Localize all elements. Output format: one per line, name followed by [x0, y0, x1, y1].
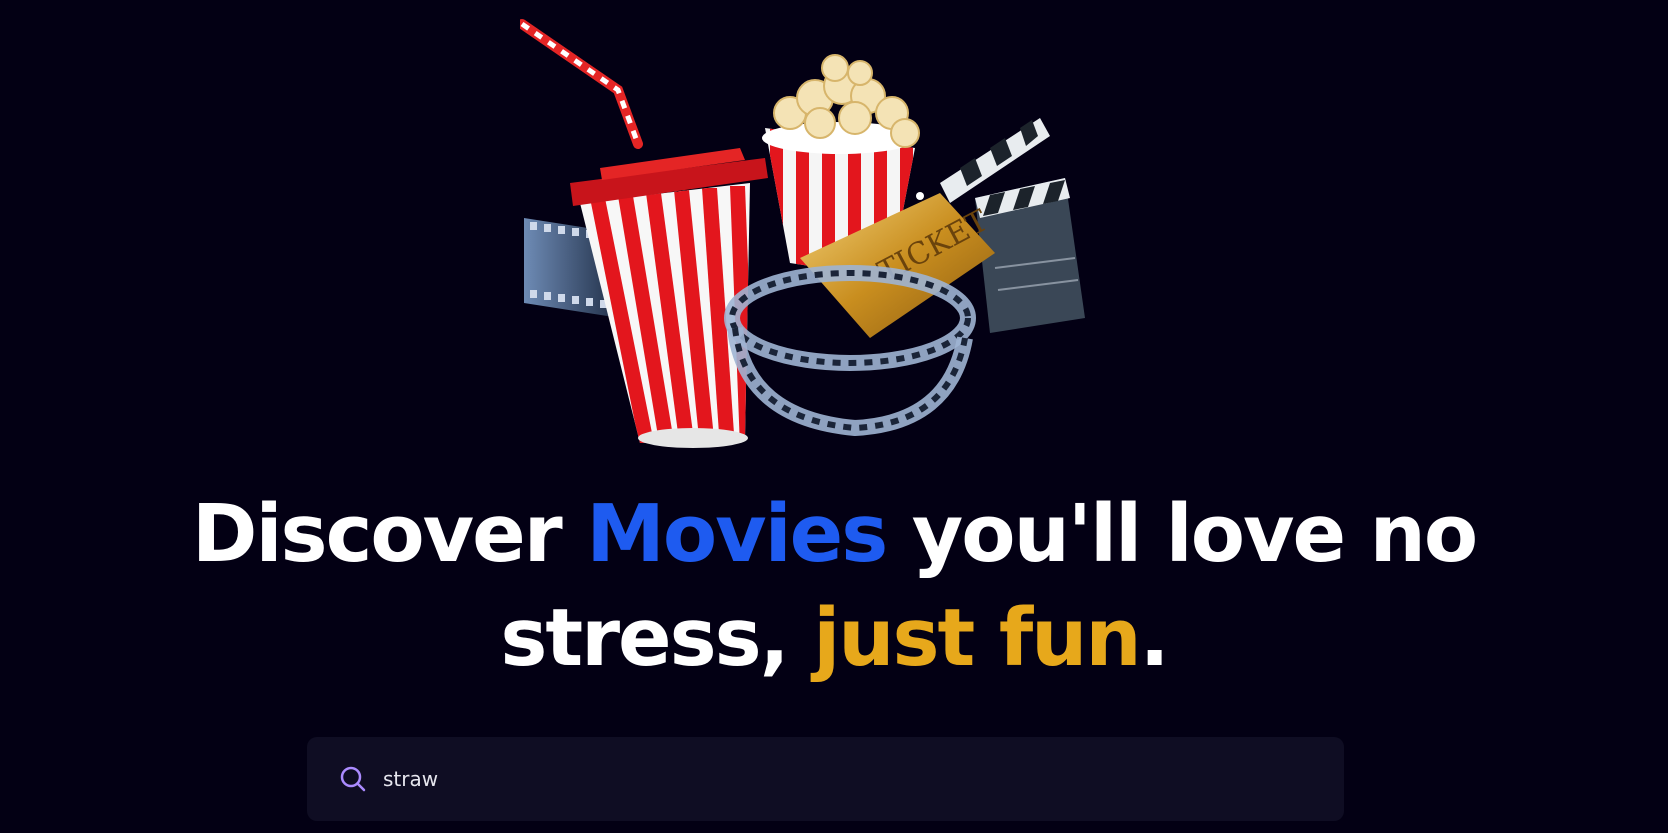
- headline-highlight-movies: Movies: [586, 488, 888, 580]
- search-input[interactable]: [381, 748, 1344, 810]
- headline-text: .: [1139, 592, 1170, 684]
- search-bar[interactable]: [307, 737, 1344, 821]
- headline-text: stress,: [500, 592, 814, 684]
- search-icon[interactable]: [337, 763, 369, 795]
- headline-text: Discover: [191, 488, 587, 580]
- hero-headline: Discover Movies you'll love no stress, j…: [0, 482, 1668, 690]
- headline-line-2: stress, just fun.: [0, 586, 1668, 690]
- headline-text: you'll love no: [886, 488, 1478, 580]
- hero-illustration: TICKET: [520, 19, 1085, 448]
- headline-line-1: Discover Movies you'll love no: [0, 482, 1668, 586]
- headline-highlight-fun: just fun: [813, 592, 1141, 684]
